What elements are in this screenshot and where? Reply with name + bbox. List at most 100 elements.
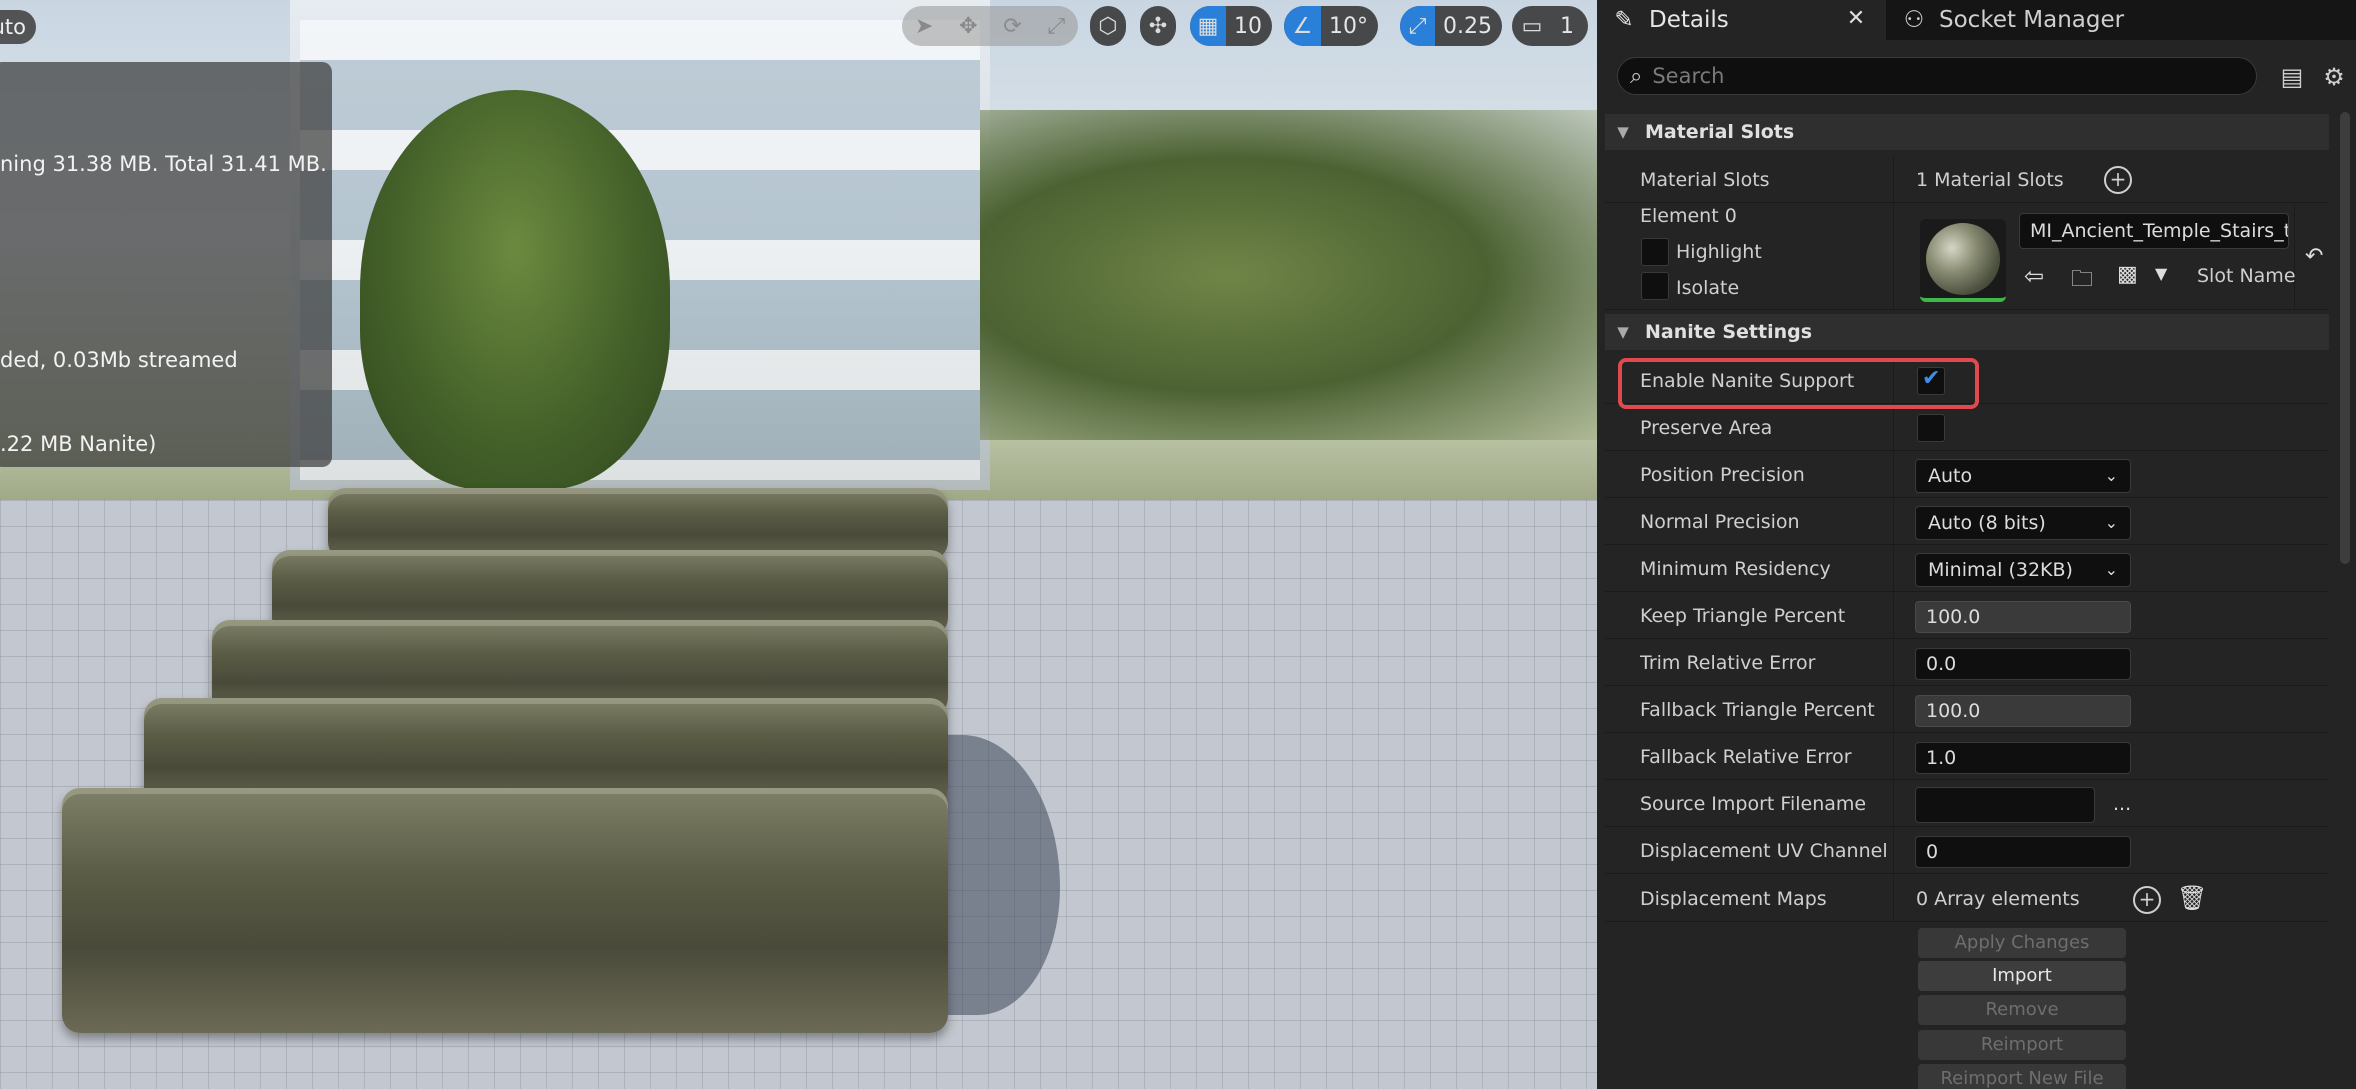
level-viewport[interactable]: uto ning 31.38 MB. Total 31.41 MB. ded, … [0,0,1597,1089]
section-nanite-settings[interactable]: ▼ Nanite Settings [1605,314,2329,350]
apply-changes-button[interactable]: Apply Changes [1918,928,2126,958]
surface-snap-icon: ✣ [1148,13,1168,39]
enable-nanite-checkbox[interactable] [1917,366,1945,395]
position-precision-dropdown[interactable]: Auto ⌄ [1915,459,2131,493]
preserve-area-label: Preserve Area [1640,417,1773,439]
column-divider [1893,452,1894,497]
camera-speed-button[interactable]: ▭ 1 [1512,6,1588,46]
close-icon[interactable]: ✕ [1843,6,1869,32]
row-enable-nanite: Enable Nanite Support [1605,358,2329,404]
column-divider [1893,358,1894,403]
scale-tool-icon[interactable]: ⤢ [1047,14,1065,39]
rotation-snap-toggle[interactable]: ∠ 10° [1284,6,1378,46]
pencil-icon: ✎ [1614,7,1634,33]
row-preserve-area: Preserve Area [1605,405,2329,451]
details-scrollbar[interactable] [2340,112,2350,564]
table-view-icon[interactable]: ▤ [2277,62,2307,92]
trim-error-label: Trim Relative Error [1640,652,1816,674]
fallback-triangle-input[interactable]: 100.0 [1915,695,2131,727]
scale-snap-value[interactable]: 0.25 [1435,14,1502,39]
import-button[interactable]: Import [1918,961,2126,991]
material-asset-picker[interactable]: MI_Ancient_Temple_Stairs_tj1 [2019,213,2289,249]
add-element-icon[interactable]: + [2133,886,2161,914]
element-label: Element 0 [1640,205,1737,227]
fallback-triangle-label: Fallback Triangle Percent [1640,699,1875,721]
preserve-area-checkbox[interactable] [1917,414,1945,442]
column-divider [1893,593,1894,638]
row-normal-precision: Normal Precision Auto (8 bits) ⌄ [1605,499,2329,545]
trim-error-value: 0.0 [1926,653,1957,675]
column-divider [1893,781,1894,826]
chevron-down-icon: ⌄ [2104,560,2118,579]
move-tool-icon[interactable]: ✥ [959,14,977,39]
grid-snap-icon: ▦ [1190,6,1226,46]
search-box[interactable]: ⌕ [1617,57,2257,95]
reset-arrow-icon[interactable]: ↶ [2305,244,2323,269]
gear-icon[interactable]: ⚙ [2319,62,2349,92]
row-source-import: Source Import Filename ... [1605,781,2329,827]
surface-snap-button[interactable]: ✣ [1140,6,1176,46]
source-import-input[interactable] [1915,787,2095,823]
trim-error-input[interactable]: 0.0 [1915,648,2131,680]
reimport-button[interactable]: Reimport [1918,1030,2126,1060]
tab-socket-manager-label: Socket Manager [1939,7,2125,33]
socket-icon: ⚇ [1903,7,1925,33]
select-tool-icon[interactable]: ➤ [915,14,933,39]
material-thumbnail[interactable] [1920,219,2006,302]
stats-overlay: ning 31.38 MB. Total 31.41 MB. ded, 0.03… [0,62,332,467]
viewport-mode-pill[interactable]: uto [0,10,36,44]
chevron-down-icon[interactable]: ▼ [2155,264,2167,283]
search-icon: ⌕ [1630,63,1643,89]
rotation-snap-value[interactable]: 10° [1321,14,1378,39]
background-tree [360,90,670,490]
reimport-new-file-button[interactable]: Reimport New File [1918,1064,2126,1089]
background-trees [980,110,1597,440]
tab-details[interactable]: ✎ Details ✕ [1597,0,1886,40]
isolate-checkbox[interactable] [1641,272,1669,300]
add-material-slot-icon[interactable]: + [2104,166,2132,194]
column-divider [2294,204,2295,309]
column-divider [1893,876,1894,921]
minimum-residency-dropdown[interactable]: Minimal (32KB) ⌄ [1915,553,2131,587]
fallback-error-label: Fallback Relative Error [1640,746,1852,768]
row-displacement-maps: Displacement Maps 0 Array elements + 🗑 [1605,876,2329,922]
isolate-label: Isolate [1676,277,1740,299]
minimum-residency-label: Minimum Residency [1640,558,1831,580]
checker-material-icon[interactable]: ▩ [2117,262,2138,287]
normal-precision-label: Normal Precision [1640,511,1800,533]
fallback-error-input[interactable]: 1.0 [1915,742,2131,774]
normal-precision-dropdown[interactable]: Auto (8 bits) ⌄ [1915,506,2131,540]
stairs-mesh[interactable] [62,488,952,1048]
search-input[interactable] [1652,64,2213,88]
tab-socket-manager[interactable]: ⚇ Socket Manager [1893,0,2133,40]
row-position-precision: Position Precision Auto ⌄ [1605,452,2329,498]
trash-icon[interactable]: 🗑 [2177,884,2207,912]
material-name: MI_Ancient_Temple_Stairs_tj1 [2030,220,2289,242]
displacement-uv-label: Displacement UV Channel [1640,840,1888,862]
displacement-maps-label: Displacement Maps [1640,888,1827,910]
keep-triangle-input[interactable]: 100.0 [1915,601,2131,633]
section-material-slots[interactable]: ▼ Material Slots [1605,114,2329,150]
tab-details-label: Details [1649,7,1729,33]
grid-snap-value[interactable]: 10 [1226,14,1272,39]
material-preview-sphere [1926,223,2000,295]
column-divider [1893,640,1894,685]
stairs-step [62,788,948,1033]
grid-snap-toggle[interactable]: ▦ 10 [1190,6,1272,46]
scale-snap-toggle[interactable]: ⤢ 0.25 [1400,6,1502,46]
highlight-checkbox[interactable] [1641,238,1669,266]
scale-snap-icon: ⤢ [1400,6,1436,46]
browse-button[interactable]: ... [2113,789,2131,819]
viewport-mode-label: uto [0,15,26,39]
keep-triangle-value: 100.0 [1926,606,1981,628]
use-selected-asset-icon[interactable]: ⇦ [2024,262,2044,290]
position-precision-label: Position Precision [1640,464,1805,486]
remove-button[interactable]: Remove [1918,995,2126,1025]
row-displacement-uv: Displacement UV Channel 0 [1605,828,2329,874]
rotate-tool-icon[interactable]: ⟳ [1003,14,1021,39]
displacement-uv-input[interactable]: 0 [1915,836,2131,868]
browse-asset-icon[interactable]: 🗀 [2071,262,2093,300]
minimum-residency-value: Minimal (32KB) [1928,559,2073,581]
section-material-slots-title: Material Slots [1645,121,1795,143]
coordinate-system-button[interactable]: ⬡ [1090,6,1126,46]
